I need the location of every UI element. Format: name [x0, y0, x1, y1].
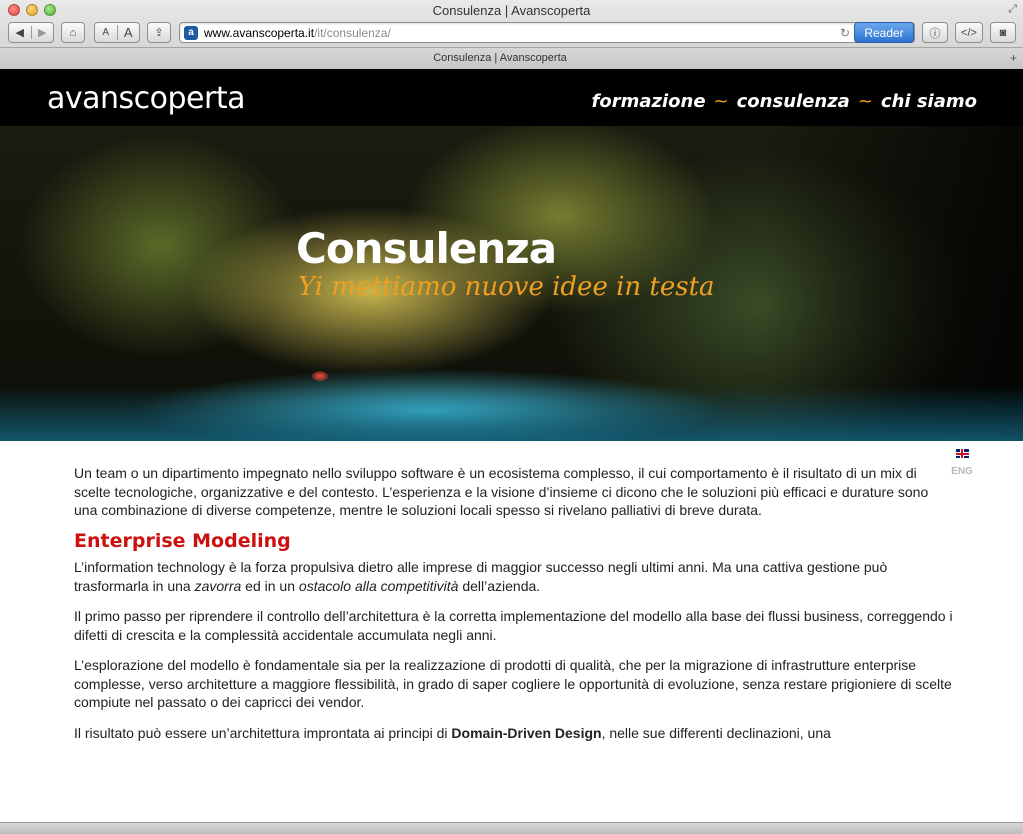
- site-favicon-icon: a: [184, 26, 198, 40]
- section-heading: Enterprise Modeling: [74, 529, 291, 552]
- intro-paragraph: Un team o un dipartimento impegnato nell…: [74, 465, 929, 518]
- main-content: Un team o un dipartimento impegnato nell…: [74, 464, 954, 754]
- font-size-buttons: A A: [94, 22, 140, 43]
- nav-link-formazione[interactable]: formazione: [592, 91, 706, 112]
- paragraph: Il risultato può essere un’architettura …: [74, 724, 954, 743]
- font-smaller-button[interactable]: A: [95, 27, 117, 38]
- home-button[interactable]: ⌂: [61, 22, 85, 43]
- address-bar[interactable]: a www.avanscoperta.it/it/consulenza/ ↻ R…: [179, 22, 915, 43]
- reload-icon[interactable]: ↻: [840, 26, 850, 40]
- screenshot-button[interactable]: ◙: [990, 22, 1016, 43]
- main-nav: formazione ~ consulenza ~ chi siamo: [592, 91, 977, 112]
- nav-link-chi-siamo[interactable]: chi siamo: [881, 91, 977, 112]
- font-larger-button[interactable]: A: [116, 25, 140, 40]
- reader-button[interactable]: Reader: [854, 22, 914, 43]
- text: , nelle sue differenti declinazioni, una: [601, 724, 831, 741]
- kayak-light: [312, 371, 328, 381]
- url-host: www.avanscoperta.it: [204, 26, 315, 40]
- site-header: avanscoperta formazione ~ consulenza ~ c…: [0, 69, 1023, 126]
- hero-subtitle: Yi mettiamo nuove idee in testa: [298, 272, 715, 302]
- paragraph: L’esplorazione del modello è fondamental…: [74, 657, 952, 710]
- url-path: /it/consulenza/: [314, 26, 391, 40]
- nav-separator: ~: [857, 91, 873, 112]
- downloads-button[interactable]: ⓘ: [922, 22, 948, 43]
- code-icon: </>: [961, 26, 977, 39]
- hero-water: [0, 386, 1023, 441]
- language-label: ENG: [951, 466, 973, 477]
- status-bar: [0, 822, 1023, 834]
- text: ed in un: [241, 577, 299, 594]
- nav-link-consulenza[interactable]: consulenza: [737, 91, 850, 112]
- paragraph: L’information technology è la forza prop…: [74, 558, 954, 595]
- new-tab-icon[interactable]: +: [1010, 51, 1017, 65]
- emphasis: zavorra: [194, 577, 242, 594]
- tab-bar: Consulenza | Avanscoperta +: [0, 47, 1023, 69]
- fullscreen-icon[interactable]: ⤢: [1008, 3, 1017, 16]
- strong-text: Domain-Driven Design: [451, 724, 602, 741]
- back-button[interactable]: ◀: [9, 26, 31, 39]
- nav-separator: ~: [713, 91, 729, 112]
- uk-flag-icon: [955, 449, 969, 458]
- site-logo[interactable]: avanscoperta: [47, 81, 246, 116]
- web-inspector-button[interactable]: </>: [955, 22, 983, 43]
- text: Il risultato può essere un’architettura …: [74, 724, 452, 741]
- hero-banner: Consulenza Yi mettiamo nuove idee in tes…: [0, 126, 1023, 441]
- back-forward-buttons: ◀ ▶: [8, 22, 54, 43]
- hero-title: Consulenza: [296, 224, 557, 273]
- text: dell’azienda.: [458, 577, 541, 594]
- forward-button[interactable]: ▶: [30, 26, 54, 39]
- window-title: Consulenza | Avanscoperta: [432, 3, 591, 18]
- info-icon: ⓘ: [929, 27, 941, 40]
- web-page: avanscoperta formazione ~ consulenza ~ c…: [0, 69, 1023, 834]
- share-button[interactable]: ⇪: [147, 22, 171, 43]
- emphasis: ostacolo alla competitività: [298, 577, 459, 594]
- share-icon: ⇪: [154, 27, 164, 39]
- url-text[interactable]: www.avanscoperta.it/it/consulenza/: [204, 26, 391, 40]
- paragraph: Il primo passo per riprendere il control…: [74, 608, 953, 643]
- home-icon: ⌂: [69, 26, 77, 39]
- camera-icon: ◙: [999, 26, 1007, 39]
- tab-active[interactable]: Consulenza | Avanscoperta: [0, 52, 1000, 64]
- browser-chrome: Consulenza | Avanscoperta ⤢ ◀ ▶ ⌂ A A ⇪ …: [0, 0, 1023, 69]
- toolbar: ◀ ▶ ⌂ A A ⇪ a www.avanscoperta.it/it/con…: [0, 21, 1023, 45]
